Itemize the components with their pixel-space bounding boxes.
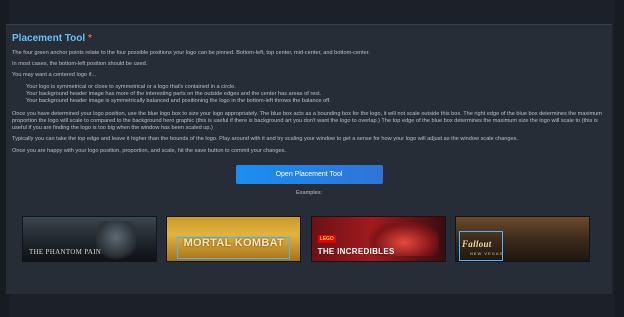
example-logo-text: THE PHANTOM PAIN bbox=[29, 248, 102, 256]
phantom-pain-hero-image: THE PHANTOM PAIN bbox=[22, 216, 157, 262]
centered-logo-reasons: Your logo is symmetrical or close to sym… bbox=[12, 84, 606, 106]
mortal-kombat-hero-image: MORTAL KOMBAT bbox=[166, 216, 302, 262]
open-placement-tool-button[interactable]: Open Placement Tool bbox=[235, 164, 383, 184]
lego-badge: LEGO bbox=[317, 235, 336, 243]
panel-title-text: Placement Tool bbox=[12, 33, 86, 44]
reason-item: Your logo is symmetrical or close to sym… bbox=[26, 83, 236, 90]
page-margin-right bbox=[614, 0, 624, 317]
example-logo-subtitle: NEW VEGAS bbox=[469, 251, 504, 256]
recommendation-paragraph: In most cases, the bottom-left position … bbox=[12, 61, 148, 68]
panel-title: Placement Tool * bbox=[12, 33, 606, 45]
logo-box-paragraph: Once you have determined your logo posit… bbox=[12, 110, 602, 132]
intro-paragraph: The four green anchor points relate to t… bbox=[12, 50, 370, 56]
examples-gallery: THE PHANTOM PAIN MORTAL KOMBAT LEGO THE … bbox=[22, 216, 590, 262]
required-mark: * bbox=[87, 33, 92, 44]
soldier-figure bbox=[96, 221, 136, 261]
examples-label: Examples: bbox=[295, 189, 323, 196]
button-row: Open Placement Tool bbox=[12, 163, 606, 184]
fallout-new-vegas-hero-image: Fallout NEW VEGAS bbox=[454, 216, 590, 262]
centered-logo-paragraph: You may want a centered logo if... bbox=[12, 72, 97, 79]
lego-incredibles-hero-image: LEGO THE INCREDIBLES bbox=[310, 216, 446, 262]
example-logo-text: THE INCREDIBLES bbox=[317, 247, 395, 256]
example-logo-text: Fallout bbox=[461, 239, 492, 249]
scaling-paragraph: Typically you can take the top edge and … bbox=[12, 136, 518, 143]
reason-item: Your background header image is symmetri… bbox=[26, 98, 331, 105]
save-paragraph: Once you are happy with your logo positi… bbox=[12, 147, 286, 154]
example-logo-text: MORTAL KOMBAT bbox=[183, 237, 285, 249]
reason-item: Your background header image has more of… bbox=[26, 91, 322, 98]
